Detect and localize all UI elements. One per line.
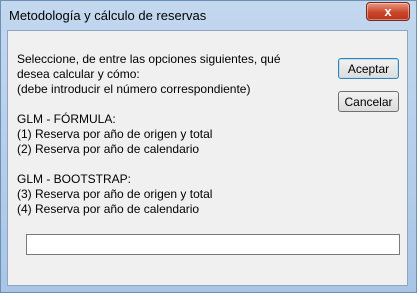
cancel-button[interactable]: Cancelar — [338, 91, 399, 112]
prompt-text: Seleccione, de entre las opciones siguie… — [17, 52, 281, 216]
title-bar[interactable]: Metodología y cálculo de reservas x — [1, 1, 416, 31]
window-title: Metodología y cálculo de reservas — [9, 8, 207, 23]
close-icon: x — [384, 4, 392, 19]
answer-input[interactable] — [26, 234, 400, 255]
close-button[interactable]: x — [366, 2, 410, 21]
ok-button[interactable]: Aceptar — [338, 58, 399, 79]
